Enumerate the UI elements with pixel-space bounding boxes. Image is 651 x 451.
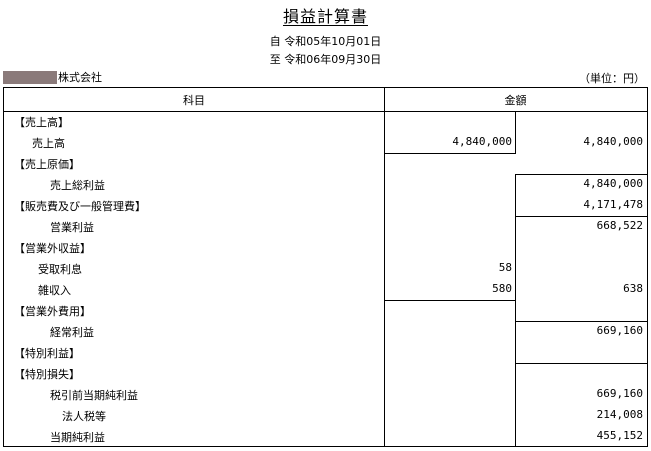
table-row: 【営業外費用】 xyxy=(14,305,91,318)
table-row: 営業利益 668,522 xyxy=(50,219,643,234)
table-row: 【売上高】 xyxy=(14,116,69,129)
redacted-block xyxy=(3,70,57,84)
table-row: 経常利益 669,160 xyxy=(50,324,643,339)
header-kingaku: 金額 xyxy=(504,94,527,107)
table-row: 【販売費及び一般管理費】 4,171,478 xyxy=(14,198,643,213)
table-header: 科目 金額 xyxy=(4,88,647,112)
table-row: 【売上原価】 xyxy=(14,158,80,171)
table-row: 【特別損失】 xyxy=(14,368,80,381)
header-kamoku: 科目 xyxy=(183,94,205,107)
period-to: 至 令和06年09月30日 xyxy=(269,53,382,66)
unit-label: （単位：円） xyxy=(579,72,645,85)
income-statement-table: 科目 金額 【売上高】 売上高 4,840,000 4,840,000 【売上原… xyxy=(3,87,648,447)
table-row: 当期純利益 455,152 xyxy=(50,429,643,444)
company-suffix: 株式会社 xyxy=(58,71,102,84)
table-row: 税引前当期純利益 669,160 xyxy=(50,387,643,402)
period-from: 自 令和05年10月01日 xyxy=(269,35,382,48)
table-row: 売上総利益 4,840,000 xyxy=(50,177,643,192)
company-name: 株式会社 xyxy=(3,69,102,85)
table-row: 【営業外収益】 xyxy=(14,242,91,255)
table-row: 受取利息 58 xyxy=(38,261,512,276)
table-row: 売上高 4,840,000 4,840,000 xyxy=(32,135,643,150)
document-title: 損益計算書 xyxy=(282,7,368,26)
table-row: 雑収入 580 638 xyxy=(38,282,643,297)
table-row: 【特別利益】 xyxy=(14,347,80,360)
table-row: 法人税等 214,008 xyxy=(62,408,643,423)
